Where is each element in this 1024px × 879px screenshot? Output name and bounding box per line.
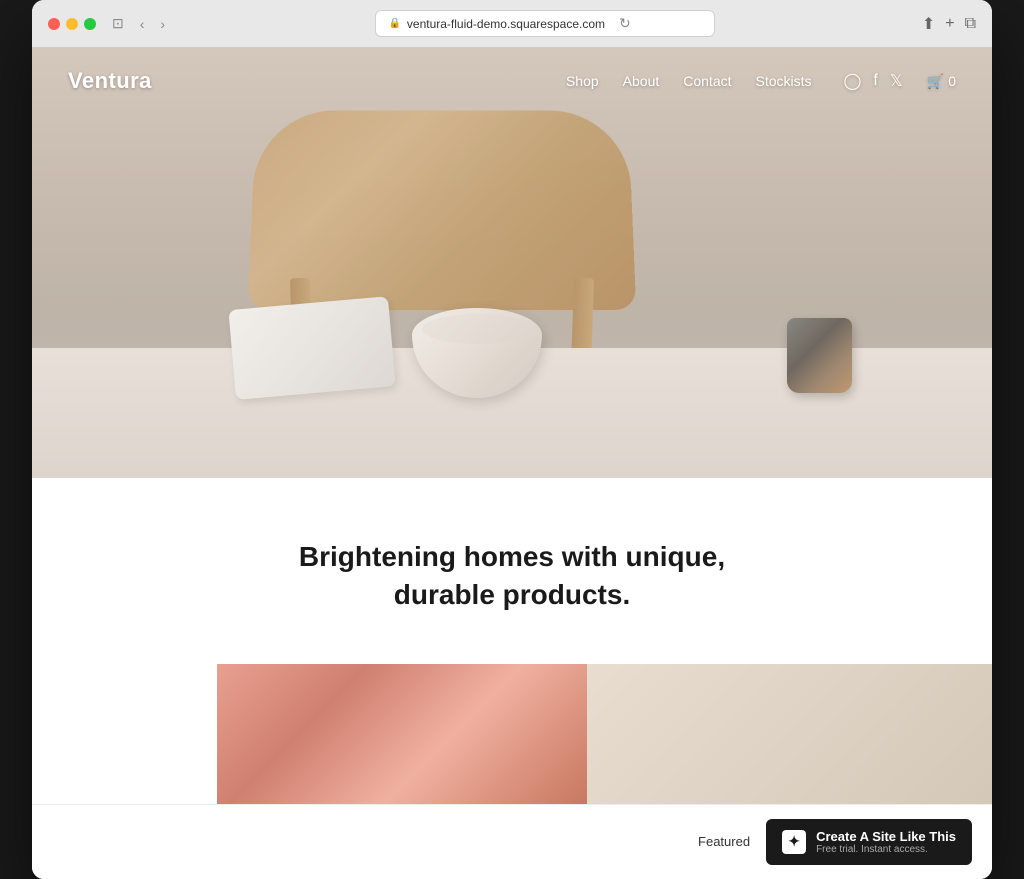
share-icon[interactable]: ⬆ [922, 14, 935, 34]
new-tab-icon[interactable]: + [945, 15, 954, 33]
tagline-text: Brightening homes with unique, durable p… [262, 538, 762, 614]
product-thumbnail-1[interactable] [217, 664, 587, 804]
cta-text-block: Create A Site Like This Free trial. Inst… [816, 829, 956, 855]
close-button[interactable] [48, 18, 60, 30]
nav-about[interactable]: About [623, 73, 660, 89]
sidebar-toggle-icon[interactable]: ⊡ [108, 13, 128, 34]
fabric-decoration [228, 296, 395, 400]
browser-chrome: ⊡ ‹ › 🔒 ventura-fluid-demo.squarespace.c… [32, 0, 992, 48]
site-nav: Shop About Contact Stockists ◯ f 𝕏 🛒 0 [566, 71, 956, 91]
minimize-button[interactable] [66, 18, 78, 30]
address-bar-wrapper: 🔒 ventura-fluid-demo.squarespace.com ↻ [181, 10, 910, 37]
browser-window: ⊡ ‹ › 🔒 ventura-fluid-demo.squarespace.c… [32, 0, 992, 879]
cup-decoration [787, 318, 852, 393]
reload-icon[interactable]: ↻ [619, 15, 631, 32]
lock-icon: 🔒 [388, 18, 400, 29]
site-header: Ventura Shop About Contact Stockists ◯ f… [32, 48, 992, 114]
nav-stockists[interactable]: Stockists [756, 73, 812, 89]
facebook-icon[interactable]: f [873, 72, 877, 90]
browser-nav-controls: ⊡ ‹ › [108, 13, 169, 34]
tagline-line1: Brightening homes with unique, [299, 541, 725, 572]
site-logo[interactable]: Ventura [68, 68, 152, 94]
instagram-icon[interactable]: ◯ [844, 71, 862, 91]
hero-section: Ventura Shop About Contact Stockists ◯ f… [32, 48, 992, 478]
squarespace-logo-inner: ✦ [788, 833, 800, 850]
twitter-icon[interactable]: 𝕏 [890, 71, 903, 91]
products-preview-section [32, 664, 992, 804]
nav-contact[interactable]: Contact [683, 73, 731, 89]
squarespace-logo-icon: ✦ [782, 830, 806, 854]
cart-link[interactable]: 🛒 0 [927, 73, 956, 90]
cta-main-text: Create A Site Like This [816, 829, 956, 844]
tagline-line2: durable products. [394, 579, 630, 610]
cta-sub-text: Free trial. Instant access. [816, 844, 956, 855]
nav-shop[interactable]: Shop [566, 73, 599, 89]
tagline-section: Brightening homes with unique, durable p… [32, 478, 992, 664]
bottom-bar: Featured ✦ Create A Site Like This Free … [32, 804, 992, 879]
cart-icon: 🛒 [927, 73, 944, 90]
forward-button[interactable]: › [156, 14, 169, 34]
url-text: ventura-fluid-demo.squarespace.com [407, 17, 605, 31]
website-content: Ventura Shop About Contact Stockists ◯ f… [32, 48, 992, 879]
squarespace-cta-button[interactable]: ✦ Create A Site Like This Free trial. In… [766, 819, 972, 865]
browser-actions: ⬆ + ⧉ [922, 14, 976, 34]
traffic-lights [48, 18, 96, 30]
product-thumbnail-2[interactable] [587, 664, 992, 804]
address-bar[interactable]: 🔒 ventura-fluid-demo.squarespace.com ↻ [375, 10, 715, 37]
back-button[interactable]: ‹ [136, 14, 149, 34]
tab-overview-icon[interactable]: ⧉ [965, 15, 976, 33]
featured-label: Featured [698, 834, 750, 849]
cart-count: 0 [948, 73, 956, 89]
fullscreen-button[interactable] [84, 18, 96, 30]
social-icons: ◯ f 𝕏 [844, 71, 903, 91]
